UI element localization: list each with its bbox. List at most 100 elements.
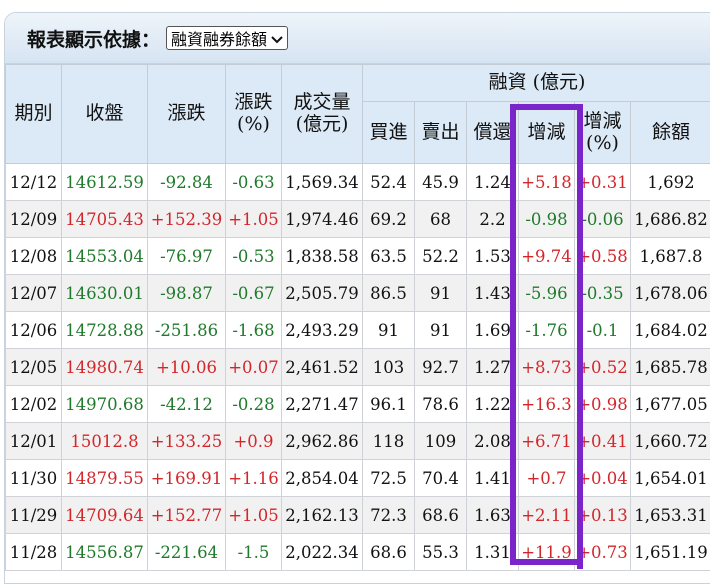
cell-balance: 1,684.02 <box>631 312 710 349</box>
cell-volume: 2,461.52 <box>282 349 363 386</box>
cell-close: 14553.04 <box>62 238 148 275</box>
cell-volume: 2,022.34 <box>282 534 363 571</box>
cell-sell: 109 <box>415 423 467 460</box>
table-row: 11/2814556.87-221.64-1.52,022.3468.655.3… <box>6 534 710 571</box>
cell-sell: 52.2 <box>415 238 467 275</box>
report-basis-select[interactable]: 融資融券餘額 <box>166 26 288 50</box>
cell-change-pct: +1.16 <box>226 460 282 497</box>
cell-change: +133.25 <box>148 423 226 460</box>
cell-date: 12/06 <box>6 312 62 349</box>
cell-volume: 1,974.46 <box>282 201 363 238</box>
cell-close: 14556.87 <box>62 534 148 571</box>
cell-buy: 63.5 <box>363 238 415 275</box>
cell-volume: 1,838.58 <box>282 238 363 275</box>
cell-date: 12/07 <box>6 275 62 312</box>
table-row: 12/1214612.59-92.84-0.631,569.3452.445.9… <box>6 164 710 201</box>
cell-volume: 2,505.79 <box>282 275 363 312</box>
cell-close: 14980.74 <box>62 349 148 386</box>
cell-change: +169.91 <box>148 460 226 497</box>
cell-change: -221.64 <box>148 534 226 571</box>
cell-close: 15012.8 <box>62 423 148 460</box>
header-balance: 餘額 <box>631 102 710 164</box>
cell-sell: 70.4 <box>415 460 467 497</box>
cell-volume: 1,569.34 <box>282 164 363 201</box>
cell-change: -251.86 <box>148 312 226 349</box>
header-date: 期別 <box>6 65 62 164</box>
header-change: 漲跌 <box>148 65 226 164</box>
cell-buy: 118 <box>363 423 415 460</box>
cell-change: -42.12 <box>148 386 226 423</box>
cell-change-pct: -1.68 <box>226 312 282 349</box>
cell-close: 14612.59 <box>62 164 148 201</box>
report-basis-label: 報表顯示依據： <box>27 25 160 52</box>
header-margin-group: 融資 (億元) <box>363 65 710 102</box>
cell-change: +152.39 <box>148 201 226 238</box>
cell-change: -76.97 <box>148 238 226 275</box>
cell-balance: 1,677.05 <box>631 386 710 423</box>
cell-sell: 55.3 <box>415 534 467 571</box>
cell-volume: 2,493.29 <box>282 312 363 349</box>
header-sell: 賣出 <box>415 102 467 164</box>
table-row: 11/2914709.64+152.77+1.052,162.1372.368.… <box>6 497 710 534</box>
cell-date: 12/08 <box>6 238 62 275</box>
cell-date: 12/05 <box>6 349 62 386</box>
cell-sell: 68.6 <box>415 497 467 534</box>
cell-change-pct: -0.63 <box>226 164 282 201</box>
cell-change: -98.87 <box>148 275 226 312</box>
table-row: 12/0214970.68-42.12-0.282,271.4796.178.6… <box>6 386 710 423</box>
chevron-down-icon <box>271 29 283 48</box>
cell-sell: 91 <box>415 275 467 312</box>
table-row: 12/0714630.01-98.87-0.672,505.7986.5911.… <box>6 275 710 312</box>
cell-date: 12/09 <box>6 201 62 238</box>
cell-date: 12/02 <box>6 386 62 423</box>
report-toolbar: 報表顯示依據： 融資融券餘額 <box>5 13 710 64</box>
cell-date: 11/28 <box>6 534 62 571</box>
cell-balance: 1,678.06 <box>631 275 710 312</box>
cell-buy: 52.4 <box>363 164 415 201</box>
cell-sell: 45.9 <box>415 164 467 201</box>
cell-date: 12/12 <box>6 164 62 201</box>
cell-buy: 96.1 <box>363 386 415 423</box>
cell-close: 14970.68 <box>62 386 148 423</box>
cell-change-pct: +0.07 <box>226 349 282 386</box>
cell-balance: 1,660.72 <box>631 423 710 460</box>
cell-sell: 91 <box>415 312 467 349</box>
cell-volume: 2,854.04 <box>282 460 363 497</box>
cell-sell: 68 <box>415 201 467 238</box>
cell-sell: 92.7 <box>415 349 467 386</box>
cell-change-pct: -0.67 <box>226 275 282 312</box>
table-row: 12/0814553.04-76.97-0.531,838.5863.552.2… <box>6 238 710 275</box>
cell-balance: 1,687.8 <box>631 238 710 275</box>
cell-balance: 1,651.19 <box>631 534 710 571</box>
header-buy: 買進 <box>363 102 415 164</box>
cell-change-pct: +0.9 <box>226 423 282 460</box>
cell-close: 14879.55 <box>62 460 148 497</box>
cell-volume: 2,162.13 <box>282 497 363 534</box>
cell-change-pct: +1.05 <box>226 201 282 238</box>
cell-close: 14705.43 <box>62 201 148 238</box>
cell-change-pct: -1.5 <box>226 534 282 571</box>
table-row: 11/3014879.55+169.91+1.162,854.0472.570.… <box>6 460 710 497</box>
cell-buy: 69.2 <box>363 201 415 238</box>
cell-buy: 103 <box>363 349 415 386</box>
cell-balance: 1,685.78 <box>631 349 710 386</box>
cell-balance: 1,686.82 <box>631 201 710 238</box>
highlight-box-tail <box>577 545 583 569</box>
cell-close: 14728.88 <box>62 312 148 349</box>
cell-date: 11/30 <box>6 460 62 497</box>
cell-close: 14709.64 <box>62 497 148 534</box>
table-row: 12/0514980.74+10.06+0.072,461.5210392.7 1… <box>6 349 710 386</box>
cell-date: 12/01 <box>6 423 62 460</box>
cell-sell: 78.6 <box>415 386 467 423</box>
table-row: 12/0614728.88-251.86-1.682,493.2991911.6… <box>6 312 710 349</box>
cell-buy: 72.3 <box>363 497 415 534</box>
cell-change-pct: -0.53 <box>226 238 282 275</box>
cell-balance: 1,653.31 <box>631 497 710 534</box>
cell-change: +10.06 <box>148 349 226 386</box>
cell-buy: 72.5 <box>363 460 415 497</box>
cell-buy: 91 <box>363 312 415 349</box>
margin-report-panel: 報表顯示依據： 融資融券餘額 期別 收盤 漲跌 漲跌(%) 成交量(億元) 融資… <box>4 12 710 584</box>
header-change-pct: 漲跌(%) <box>226 65 282 164</box>
report-basis-value: 融資融券餘額 <box>171 26 267 50</box>
cell-change: -92.84 <box>148 164 226 201</box>
